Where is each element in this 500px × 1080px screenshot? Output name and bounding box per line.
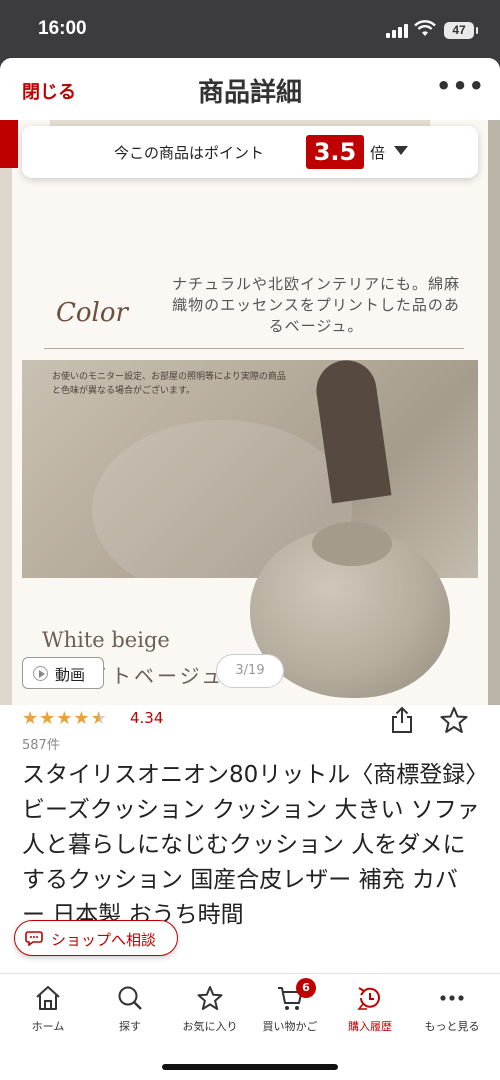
history-icon: [357, 987, 380, 1010]
fabric-photo: お使いのモニター設定、お部屋の照明等により実際の商品と色味が異なる場合がございま…: [22, 360, 478, 578]
tab-favorites[interactable]: お気に入り: [168, 974, 252, 1044]
tab-label: 探す: [119, 1020, 141, 1033]
video-button[interactable]: 動画: [22, 657, 104, 689]
review-count[interactable]: 587件: [22, 734, 60, 753]
image-red-tab: [0, 120, 18, 168]
tab-purchase-history[interactable]: 購入履歴: [328, 974, 412, 1044]
tab-label: ホーム: [31, 1020, 65, 1033]
tab-more[interactable]: もっと見る: [410, 974, 494, 1044]
rating-stars[interactable]: ★★★★★: [22, 708, 108, 729]
header: 閉じる 商品詳細 •••: [0, 58, 500, 120]
chat-icon: [25, 931, 43, 946]
tab-label: 買い物かご: [262, 1020, 318, 1033]
cart-count-badge: 6: [296, 978, 316, 998]
star-icon: ★: [73, 708, 91, 729]
previous-image-peek[interactable]: [0, 120, 12, 705]
star-icon: [197, 986, 223, 1010]
share-icon[interactable]: [390, 706, 414, 734]
shop-chat-button[interactable]: ショップへ相談: [14, 920, 178, 956]
more-options-button[interactable]: •••: [436, 72, 485, 100]
cellular-signal-icon: [386, 24, 408, 38]
wifi-icon: [414, 20, 436, 36]
shop-chat-label: ショップへ相談: [51, 931, 157, 949]
tab-home[interactable]: ホーム: [6, 974, 90, 1044]
half-star-icon: ★: [90, 708, 108, 729]
rating-value[interactable]: 4.34: [130, 709, 163, 727]
search-icon: [118, 986, 142, 1010]
star-icon: ★: [22, 708, 40, 729]
status-bar: 16:00 47: [0, 0, 500, 58]
points-label: 今この商品はポイント: [114, 144, 265, 162]
page-title: 商品詳細: [197, 78, 302, 108]
color-name-english: White beige: [42, 628, 170, 652]
points-banner[interactable]: 今この商品はポイント 3.5 倍: [22, 126, 478, 178]
next-image-peek[interactable]: [488, 120, 500, 705]
divider: [44, 348, 464, 349]
play-icon: [33, 666, 48, 681]
home-icon: [36, 986, 60, 1010]
star-icon: ★: [56, 708, 74, 729]
home-indicator[interactable]: [162, 1064, 338, 1070]
points-unit: 倍: [370, 144, 386, 162]
tab-label: もっと見る: [424, 1020, 480, 1033]
tab-label: 購入履歴: [348, 1020, 392, 1033]
points-rate-badge: 3.5: [306, 135, 364, 169]
product-detail-sheet: 閉じる 商品詳細 ••• Color ナチュラルや北欧インテリアにも。綿麻織物の…: [0, 58, 500, 1080]
tab-cart[interactable]: 6 買い物かご: [248, 974, 332, 1044]
image-counter: 3/19: [216, 654, 284, 688]
bean-bag-knot: [312, 522, 392, 566]
tab-label: お気に入り: [182, 1020, 238, 1033]
video-label: 動画: [55, 666, 86, 684]
status-time: 16:00: [38, 18, 87, 39]
monitor-note: お使いのモニター設定、お部屋の照明等により実際の商品と色味が異なる場合がございま…: [52, 372, 286, 396]
caret-down-icon[interactable]: [394, 146, 408, 155]
color-heading: Color: [56, 298, 128, 328]
color-description: ナチュラルや北欧インテリアにも。綿麻織物のエッセンスをプリントした品のあるベージ…: [171, 275, 460, 335]
product-name: スタイリスオニオン80リットル〈商標登録〉ビーズクッション クッション 大きい …: [22, 762, 480, 928]
tab-search[interactable]: 探す: [88, 974, 172, 1044]
more-icon: [440, 995, 464, 1001]
favorite-star-icon[interactable]: [440, 706, 468, 734]
star-icon: ★: [39, 708, 57, 729]
battery-icon: 47: [444, 22, 478, 39]
product-image-carousel[interactable]: Color ナチュラルや北欧インテリアにも。綿麻織物のエッセンスをプリントした品…: [0, 120, 500, 705]
